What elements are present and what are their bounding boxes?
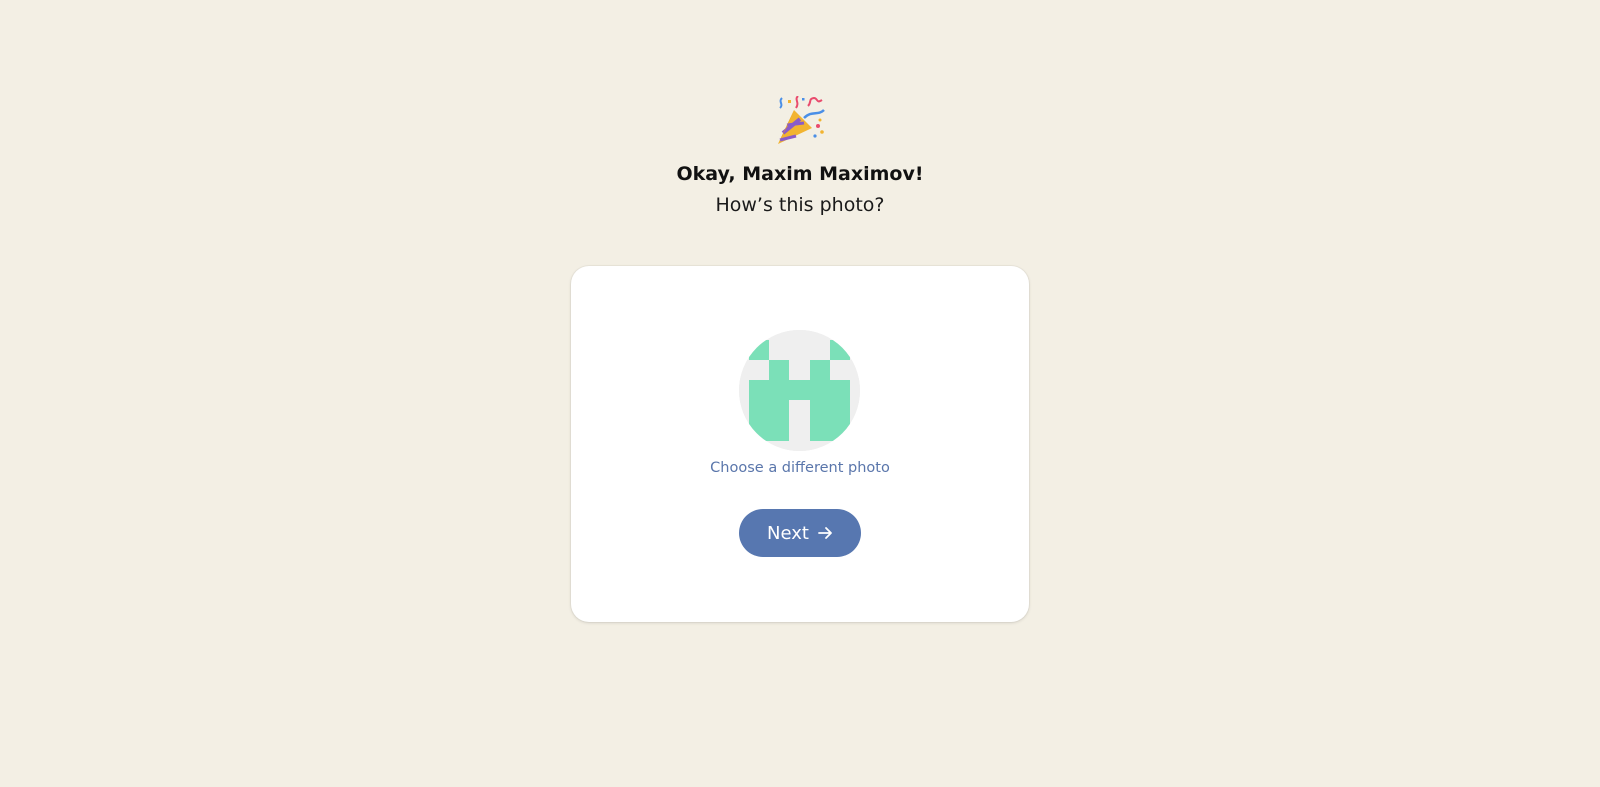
header: Okay, Maxim Maximov! How’s this photo?: [0, 96, 1600, 217]
identicon-avatar: [739, 330, 860, 451]
onboarding-photo-page: Okay, Maxim Maximov! How’s this photo? C…: [0, 0, 1600, 787]
photo-card: Choose a different photo Next: [571, 266, 1029, 622]
next-button[interactable]: Next: [739, 509, 861, 557]
party-popper-icon: [778, 96, 825, 144]
choose-different-photo-link[interactable]: Choose a different photo: [571, 458, 1029, 478]
arrow-right-icon: [818, 526, 833, 540]
greeting-subtitle: How’s this photo?: [715, 194, 885, 216]
greeting-title: Okay, Maxim Maximov!: [676, 163, 924, 185]
next-button-label: Next: [767, 522, 809, 544]
